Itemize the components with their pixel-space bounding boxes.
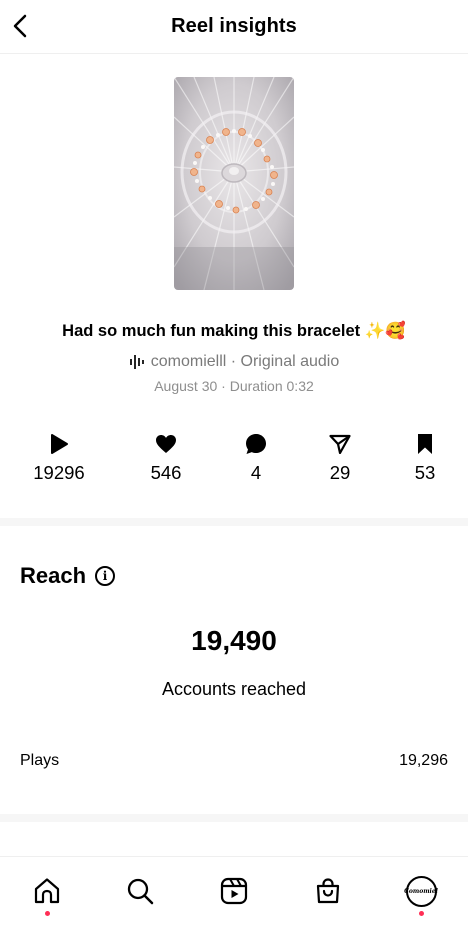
tab-home[interactable] bbox=[27, 871, 67, 916]
header: Reel insights bbox=[0, 0, 468, 54]
notification-dot bbox=[44, 911, 50, 916]
reel-thumbnail[interactable] bbox=[174, 77, 294, 290]
info-icon[interactable]: i bbox=[95, 566, 116, 586]
tab-reels[interactable] bbox=[214, 871, 254, 911]
page-title: Reel insights bbox=[171, 15, 297, 37]
tab-profile[interactable]: Comomiel bbox=[401, 871, 441, 916]
plays-row: Plays 19,296 bbox=[20, 752, 448, 770]
accounts-reached-value: 19,490 bbox=[191, 625, 277, 656]
audio-wave-icon bbox=[129, 355, 144, 369]
shopping-bag-icon bbox=[316, 878, 340, 904]
reach-title: Reach bbox=[20, 563, 87, 588]
likes-count: 546 bbox=[150, 462, 182, 483]
reach-heading: Reach i bbox=[20, 563, 116, 589]
comments-stat: 4 bbox=[211, 432, 301, 484]
saves-count: 53 bbox=[414, 462, 436, 483]
play-icon bbox=[51, 434, 68, 454]
bottom-tab-bar: Comomiel bbox=[0, 856, 468, 925]
saves-stat: 53 bbox=[380, 432, 468, 484]
shares-count: 29 bbox=[329, 462, 351, 483]
audio-row[interactable]: comomielll · Original audio bbox=[0, 353, 468, 371]
avatar: Comomiel bbox=[404, 875, 438, 907]
reel-meta: August 30 · Duration 0:32 bbox=[154, 378, 314, 394]
plays-stat: 19296 bbox=[14, 432, 104, 484]
plays-count: 19296 bbox=[33, 462, 85, 483]
reels-icon bbox=[220, 877, 248, 905]
section-divider bbox=[0, 518, 468, 526]
tab-search[interactable] bbox=[120, 871, 160, 911]
shares-stat: 29 bbox=[295, 432, 385, 484]
comment-icon bbox=[246, 434, 266, 454]
bookmark-icon bbox=[418, 434, 432, 454]
reel-caption: Had so much fun making this bracelet ✨🥰 bbox=[62, 322, 406, 340]
engagement-stats: 19296 546 4 29 53 bbox=[0, 432, 468, 492]
share-icon bbox=[329, 434, 351, 454]
search-icon bbox=[127, 878, 154, 905]
likes-stat: 546 bbox=[121, 432, 211, 484]
plays-row-label: Plays bbox=[20, 752, 60, 769]
tab-shop[interactable] bbox=[308, 871, 348, 911]
heart-icon bbox=[156, 435, 176, 453]
section-divider bbox=[0, 814, 468, 822]
plays-row-value: 19,296 bbox=[399, 752, 448, 769]
comments-count: 4 bbox=[250, 462, 262, 483]
accounts-reached-label: Accounts reached bbox=[161, 679, 307, 699]
notification-dot bbox=[418, 911, 424, 916]
audio-label: comomielll · Original audio bbox=[150, 353, 340, 370]
home-icon bbox=[34, 878, 60, 904]
